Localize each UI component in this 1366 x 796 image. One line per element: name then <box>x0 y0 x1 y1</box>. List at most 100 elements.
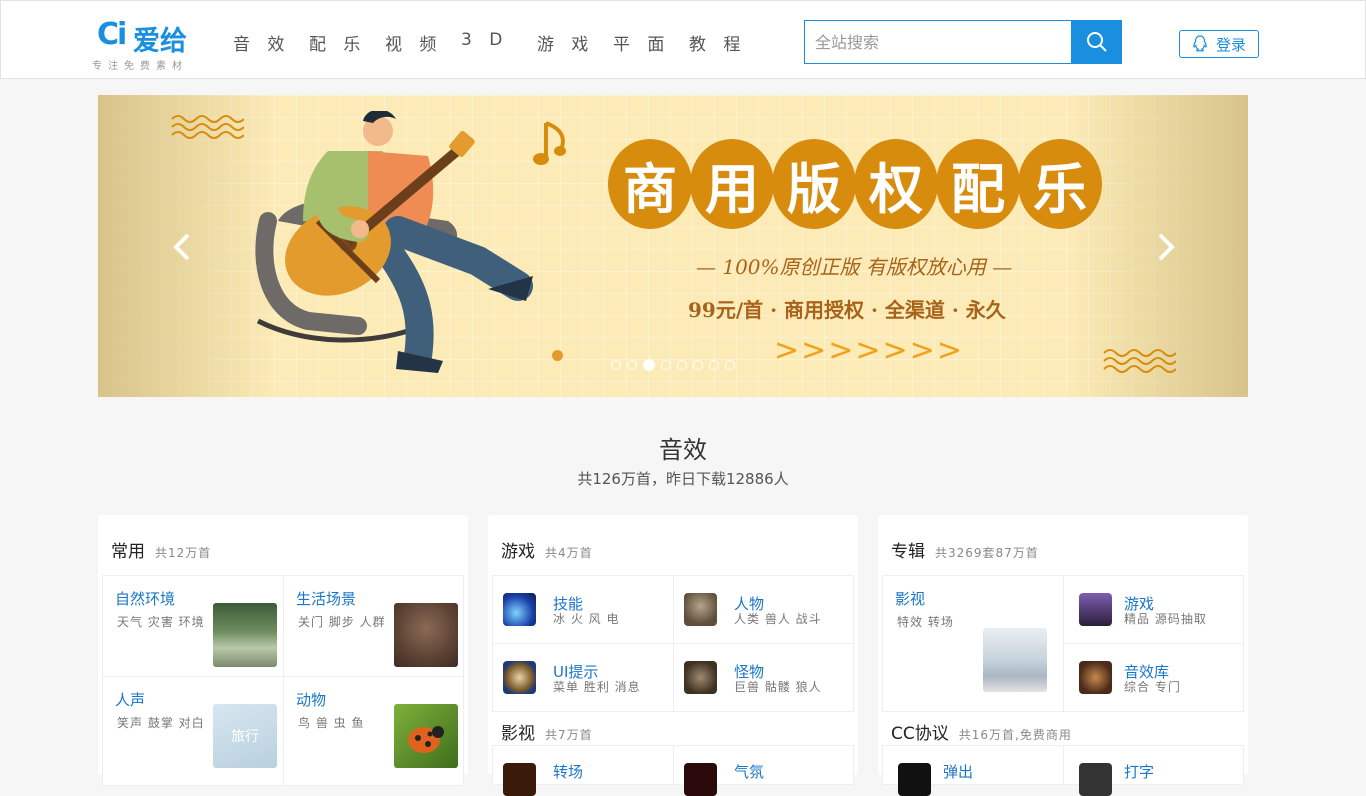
subsection-count: 共7万首 <box>545 728 593 742</box>
category-item[interactable]: UI提示 菜单 胜利 消息 <box>492 643 674 712</box>
monster-icon <box>684 661 717 694</box>
library-icon <box>1079 661 1112 694</box>
guitarist-illustration <box>255 111 533 373</box>
carousel-next-button[interactable] <box>1150 229 1180 265</box>
category-item[interactable]: 音效库 综合 专门 <box>1063 643 1244 712</box>
item-desc: 菜单 胜利 消息 <box>553 680 641 694</box>
category-card-album: 专辑 共3269套87万首 影视 特效 转场 游戏 精品 源码抽取 音效库 综合… <box>878 515 1248 796</box>
logo-mark: Ci <box>97 17 127 52</box>
item-title: 动物 <box>296 691 327 709</box>
nav-item-sound[interactable]: 音 效 <box>233 30 284 55</box>
nav-item-music[interactable]: 配 乐 <box>309 30 360 55</box>
category-item[interactable]: 人声 笑声 鼓掌 对白 旅行 <box>102 676 284 786</box>
sky-thumbnail: 旅行 <box>213 704 277 768</box>
subsection-count: 共16万首,免费商用 <box>958 728 1072 742</box>
card-title[interactable]: 游戏 <box>501 537 535 562</box>
nav-item-3d[interactable]: 3 D <box>461 30 509 55</box>
music-note-icon <box>533 121 566 165</box>
carousel-dot[interactable] <box>661 360 671 370</box>
qq-icon <box>1193 35 1207 52</box>
subsection-title[interactable]: CC协议 <box>891 719 949 744</box>
carousel-dot[interactable] <box>643 359 655 371</box>
category-item[interactable]: 生活场景 关门 脚步 人群 <box>283 575 464 677</box>
carousel-dot[interactable] <box>693 360 703 370</box>
section-subtitle: 共126万首，昨日下载12886人 <box>577 470 789 488</box>
logo-slogan: 专注免费素材 <box>92 61 188 72</box>
hero-carousel[interactable]: 商 用 版 权 配 乐 — 100%原创正版 有版权放心用 — 99元/首 · … <box>98 95 1248 397</box>
category-item[interactable]: 人物 人类 兽人 战斗 <box>673 575 854 644</box>
item-title: 影视 <box>895 590 926 608</box>
carousel-dot[interactable] <box>709 360 719 370</box>
item-title: 转场 <box>553 763 584 781</box>
wave-decoration-right <box>1103 349 1176 373</box>
banner-arrows: >>>>>>> <box>774 333 964 368</box>
item-desc: 冰 火 风 电 <box>553 612 620 626</box>
search-input[interactable] <box>805 21 1072 63</box>
banner-price-line: 99元/首 · 商用授权 · 全渠道 · 永久 <box>688 298 1006 322</box>
category-item[interactable]: 动物 鸟 兽 虫 鱼 <box>283 676 464 786</box>
item-desc: 巨兽 骷髅 狼人 <box>734 680 822 694</box>
site-header: Ci 爱给 专注免费素材 音 效 配 乐 视 频 3 D 游 戏 平 面 教 程… <box>0 0 1366 79</box>
item-desc: 人类 兽人 战斗 <box>734 612 822 626</box>
banner-title-char: 版 <box>772 139 856 229</box>
nav-item-graphic[interactable]: 平 面 <box>613 30 664 55</box>
nav-item-video[interactable]: 视 频 <box>385 30 436 55</box>
carousel-dot[interactable] <box>627 360 637 370</box>
banner-title-char: 权 <box>854 139 938 229</box>
carousel-dot[interactable] <box>725 360 735 370</box>
site-logo[interactable]: Ci 爱给 专注免费素材 <box>91 17 211 73</box>
carousel-prev-button[interactable] <box>168 229 198 265</box>
card-header: 常用 共12万首 <box>111 537 211 562</box>
item-title: 打字 <box>1124 763 1155 781</box>
carousel-dot[interactable] <box>677 360 687 370</box>
banner-title-char: 乐 <box>1018 139 1102 229</box>
login-button[interactable]: 登录 <box>1179 30 1259 58</box>
carousel-dot[interactable] <box>611 360 621 370</box>
card-count: 共3269套87万首 <box>935 546 1039 560</box>
carousel-dots <box>611 359 735 371</box>
item-desc: 精品 源码抽取 <box>1124 612 1207 626</box>
category-item[interactable]: 怪物 巨兽 骷髅 狼人 <box>673 643 854 712</box>
item-title: 弹出 <box>943 763 974 781</box>
category-item[interactable]: 弹出 <box>882 745 1064 796</box>
banner-dot-decoration <box>552 350 563 361</box>
login-label: 登录 <box>1215 35 1246 54</box>
subsection-header: 影视 共7万首 <box>501 719 593 744</box>
nav-item-tutorial[interactable]: 教 程 <box>689 30 740 55</box>
card-title[interactable]: 常用 <box>111 537 145 562</box>
forest-path-thumbnail <box>213 603 277 667</box>
category-item[interactable]: 技能 冰 火 风 电 <box>492 575 674 644</box>
section-title: 音效 <box>659 436 707 464</box>
banner-title: 商 用 版 权 配 乐 <box>608 139 1102 229</box>
skill-icon <box>503 593 536 626</box>
card-header: 专辑 共3269套87万首 <box>891 537 1039 562</box>
category-item[interactable]: 气氛 <box>673 745 854 796</box>
chevron-right-icon <box>1158 233 1175 261</box>
item-desc: 综合 专门 <box>1124 680 1181 694</box>
wave-decoration-left <box>171 115 244 139</box>
search-icon <box>1086 32 1107 52</box>
card-title[interactable]: 专辑 <box>891 537 925 562</box>
item-desc: 笑声 鼓掌 对白 <box>117 716 205 730</box>
item-title: 人声 <box>115 691 146 709</box>
category-item[interactable]: 自然环境 天气 灾害 环境 <box>102 575 284 677</box>
banner-title-char: 配 <box>936 139 1020 229</box>
category-card-game: 游戏 共4万首 技能 冰 火 风 电 人物 人类 兽人 战斗 UI提示 菜单 胜… <box>488 515 858 796</box>
banner-title-char: 用 <box>690 139 774 229</box>
thumbnail-overlay-text: 旅行 <box>231 729 259 745</box>
nav-item-game[interactable]: 游 戏 <box>537 30 588 55</box>
subsection-header: CC协议 共16万首,免费商用 <box>891 719 1072 744</box>
item-title: 生活场景 <box>296 590 357 608</box>
category-item[interactable]: 转场 <box>492 745 674 796</box>
ladybug-thumbnail <box>394 704 458 768</box>
item-desc: 鸟 兽 虫 鱼 <box>298 716 365 730</box>
logo-name: 爱给 <box>133 26 187 57</box>
search-box <box>804 20 1122 64</box>
category-item[interactable]: 打字 <box>1063 745 1244 796</box>
banner-tagline: — 100%原创正版 有版权放心用 — <box>696 255 1013 279</box>
category-item[interactable]: 游戏 精品 源码抽取 <box>1063 575 1244 644</box>
category-item[interactable]: 影视 特效 转场 <box>882 575 1064 712</box>
subsection-title[interactable]: 影视 <box>501 719 535 744</box>
item-desc: 关门 脚步 人群 <box>298 615 386 629</box>
search-button[interactable] <box>1071 20 1122 64</box>
